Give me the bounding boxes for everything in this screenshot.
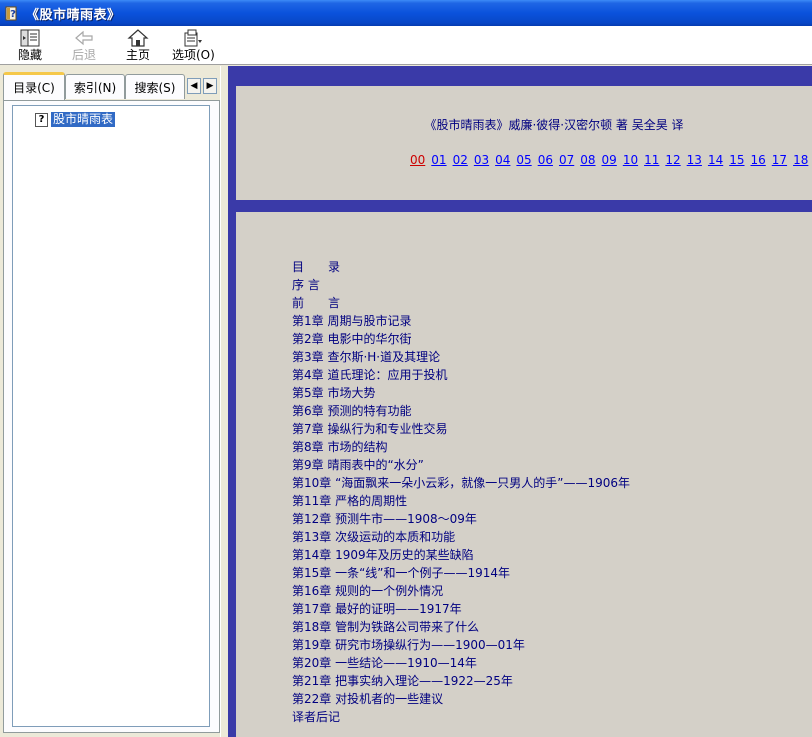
page-link[interactable]: 14 [708, 153, 723, 167]
contents-panel: ? 股市晴雨表 [3, 100, 220, 733]
page-link[interactable]: 16 [751, 153, 766, 167]
tab-index[interactable]: 索引(N) [65, 74, 125, 99]
title-bar[interactable]: ? 《股市晴雨表》 [0, 0, 812, 26]
toc-link[interactable]: 第17章 最好的证明——1917年 [292, 600, 630, 618]
page-link[interactable]: 09 [602, 153, 617, 167]
toc-link[interactable]: 目 录 [292, 258, 630, 276]
home-label: 主页 [125, 48, 150, 62]
tab-search[interactable]: 搜索(S) [125, 74, 185, 99]
tab-contents-label: 目录(C) [13, 81, 55, 95]
page-link[interactable]: 18 [793, 153, 808, 167]
tree-item-label: 股市晴雨表 [51, 112, 116, 127]
book-title: 《股市晴雨表》威廉·彼得·汉密尔顿 著 吴全昊 译 [424, 118, 684, 132]
toc-link[interactable]: 第14章 1909年及历史的某些缺陷 [292, 546, 630, 564]
page-link[interactable]: 11 [644, 153, 659, 167]
page-link[interactable]: 08 [580, 153, 595, 167]
header-band: 《股市晴雨表》威廉·彼得·汉密尔顿 著 吴全昊 译 00 01 02 03 04 05 06… [236, 86, 812, 200]
toc-link[interactable]: 第16章 规则的一个例外情况 [292, 582, 630, 600]
hide-label: 隐藏 [17, 48, 42, 62]
toc-link[interactable]: 第15章 一条“线”和一个例子——1914年 [292, 564, 630, 582]
page-link[interactable]: 15 [729, 153, 744, 167]
hide-pane-icon [18, 28, 42, 48]
toc-link[interactable]: 第2章 电影中的华尔街 [292, 330, 630, 348]
svg-text:?: ? [10, 9, 16, 20]
toc-link[interactable]: 第22章 对投机者的一些建议 [292, 690, 630, 708]
help-book-icon: ? [4, 5, 20, 21]
triangle-left-icon: ◀ [190, 81, 198, 91]
toc-link[interactable]: 第1章 周期与股市记录 [292, 312, 630, 330]
options-label: 选项(O) [172, 48, 215, 62]
page-link[interactable]: 04 [495, 153, 510, 167]
page-link[interactable]: 13 [687, 153, 702, 167]
toc-link[interactable]: 第3章 查尔斯·H·道及其理论 [292, 348, 630, 366]
tab-contents[interactable]: 目录(C) [3, 72, 65, 100]
toc-link[interactable]: 第9章 晴雨表中的“水分” [292, 456, 630, 474]
toc-link[interactable]: 第20章 一些结论——1910—14年 [292, 654, 630, 672]
toc-link[interactable]: 第21章 把事实纳入理论——1922—25年 [292, 672, 630, 690]
navigation-pane: 目录(C) 索引(N) 搜索(S) ◀ ▶ ? 股市晴雨表 [0, 66, 226, 737]
page-link[interactable]: 07 [559, 153, 574, 167]
tab-index-label: 索引(N) [73, 80, 117, 95]
tab-strip: 目录(C) 索引(N) 搜索(S) ◀ ▶ [3, 72, 223, 100]
page-link[interactable]: 03 [474, 153, 489, 167]
pane-splitter[interactable] [220, 66, 228, 737]
toc-link[interactable]: 序 言 [292, 276, 630, 294]
back-label: 后退 [71, 48, 96, 62]
toc-link[interactable]: 第5章 市场大势 [292, 384, 630, 402]
page-link[interactable]: 12 [665, 153, 680, 167]
content-page: 《股市晴雨表》威廉·彼得·汉密尔顿 著 吴全昊 译 00 01 02 03 04 05 06… [236, 86, 812, 737]
toc-link[interactable]: 第4章 道氏理论：应用于投机 [292, 366, 630, 384]
page-link[interactable]: 05 [516, 153, 531, 167]
tree-item-root[interactable]: ? 股市晴雨表 [35, 112, 116, 127]
page-link[interactable]: 01 [431, 153, 446, 167]
toc-link[interactable]: 第13章 次级运动的本质和功能 [292, 528, 630, 546]
back-button[interactable]: 后退 [64, 26, 104, 64]
toc-link[interactable]: 第7章 操纵行为和专业性交易 [292, 420, 630, 438]
back-arrow-icon [72, 28, 96, 48]
toc-link[interactable]: 第10章 “海面飘来一朵小云彩，就像一只男人的手”——1906年 [292, 474, 630, 492]
toc-link[interactable]: 第18章 管制为铁路公司带来了什么 [292, 618, 630, 636]
page-link[interactable]: 17 [772, 153, 787, 167]
toc-link[interactable]: 第12章 预测牛市——1908～09年 [292, 510, 630, 528]
page-link[interactable]: 10 [623, 153, 638, 167]
options-icon [181, 28, 205, 48]
toc-link[interactable]: 译者后记 [292, 708, 630, 726]
content-pane: 《股市晴雨表》威廉·彼得·汉密尔顿 著 吴全昊 译 00 01 02 03 04 05 06… [228, 66, 812, 737]
triangle-right-icon: ▶ [206, 81, 214, 91]
tab-scroll-left-button[interactable]: ◀ [187, 78, 201, 94]
toc-link[interactable]: 前 言 [292, 294, 630, 312]
home-button[interactable]: 主页 [118, 26, 158, 64]
toc-link[interactable]: 第19章 研究市场操纵行为——1900—01年 [292, 636, 630, 654]
toolbar: 隐藏 后退 主页 选项(O) [0, 26, 812, 65]
toc-link[interactable]: 第6章 预测的特有功能 [292, 402, 630, 420]
toc-link[interactable]: 第11章 严格的周期性 [292, 492, 630, 510]
table-of-contents: 目 录序 言前 言第1章 周期与股市记录 第2章 电影中的华尔街 第3章 查尔斯·H… [292, 258, 630, 726]
options-button[interactable]: 选项(O) [172, 26, 215, 64]
window-title: 《股市晴雨表》 [26, 7, 121, 23]
home-icon [126, 28, 150, 48]
page-link[interactable]: 02 [453, 153, 468, 167]
page-links: 0001020304050607080910111213141516171819… [410, 153, 812, 167]
hide-button[interactable]: 隐藏 [10, 26, 50, 64]
toc-link[interactable]: 第8章 市场的结构 [292, 438, 630, 456]
tab-scroll-right-button[interactable]: ▶ [203, 78, 217, 94]
contents-tree[interactable]: ? 股市晴雨表 [12, 105, 210, 727]
tab-search-label: 搜索(S) [134, 80, 176, 95]
help-topic-icon: ? [35, 112, 48, 127]
divider-band [236, 200, 812, 212]
page-link[interactable]: 06 [538, 153, 553, 167]
page-link[interactable]: 00 [410, 153, 425, 167]
